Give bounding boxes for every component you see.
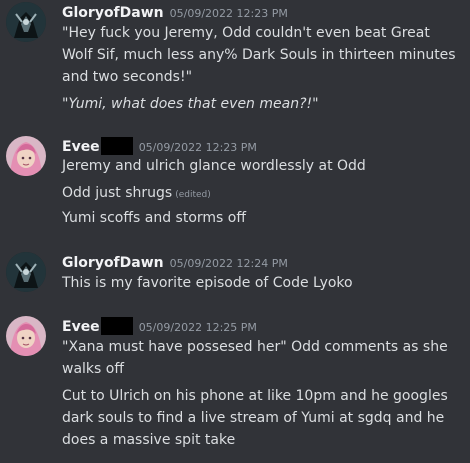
message-text-content: Odd just shrugs xyxy=(62,185,173,201)
timestamp: 05/09/2022 12:24 PM xyxy=(169,257,288,270)
redaction-box xyxy=(100,137,133,155)
chat-messages: GloryofDawn 05/09/2022 12:23 PM "Hey fuck… xyxy=(0,0,470,463)
edited-label: (edited) xyxy=(175,190,211,200)
pink-hair-avatar[interactable] xyxy=(6,136,46,176)
username[interactable]: Evee xyxy=(62,319,100,335)
timestamp: 05/09/2022 12:23 PM xyxy=(169,7,288,20)
timestamp: 05/09/2022 12:25 PM xyxy=(138,321,257,334)
message-text: "Yumi, what does that even mean?!" xyxy=(62,96,319,112)
message-text: Cut to Ulrich on his phone at like 10pm … xyxy=(62,388,448,448)
timestamp: 05/09/2022 12:23 PM xyxy=(138,141,257,154)
message-text: Yumi scoffs and storms off xyxy=(62,210,246,226)
message-text: This is my favorite episode of Code Lyok… xyxy=(62,275,353,291)
dark-knight-avatar[interactable] xyxy=(6,252,46,292)
message-header: Evee 05/09/2022 12:25 PM xyxy=(62,316,257,336)
message-header: Evee 05/09/2022 12:23 PM xyxy=(62,136,257,156)
pink-hair-avatar[interactable] xyxy=(6,316,46,356)
message-text: Odd just shrugs (edited) xyxy=(62,182,462,206)
message-text: "Xana must have possesed her" Odd commen… xyxy=(62,339,448,377)
message-text: "Hey fuck you Jeremy, Odd couldn't even … xyxy=(62,25,456,85)
username[interactable]: GloryofDawn xyxy=(62,255,164,271)
username[interactable]: GloryofDawn xyxy=(62,5,164,21)
username[interactable]: Evee xyxy=(62,139,100,155)
dark-knight-avatar[interactable] xyxy=(6,2,46,42)
message-header: GloryofDawn 05/09/2022 12:24 PM xyxy=(62,252,288,272)
message-text: Jeremy and ulrich glance wordlessly at O… xyxy=(62,158,366,174)
redaction-box xyxy=(100,317,133,335)
message-header: GloryofDawn 05/09/2022 12:23 PM xyxy=(62,2,288,22)
